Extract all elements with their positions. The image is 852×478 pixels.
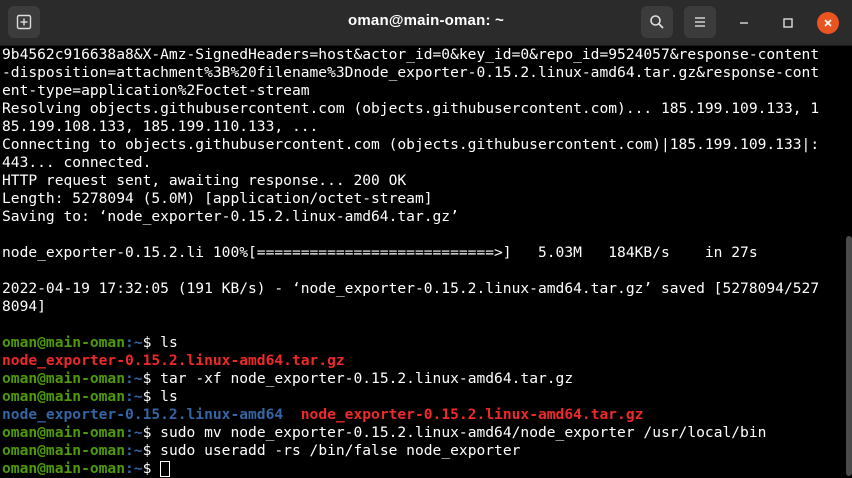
search-button[interactable] [641, 6, 673, 38]
prompt-line: oman@main-oman:~$ sudo useradd -rs /bin/… [0, 442, 840, 460]
prompt-path: :~ [125, 334, 143, 351]
terminal-line: 443... connected. [2, 154, 152, 171]
minimize-button[interactable] [733, 12, 755, 34]
terminal-scrollbar[interactable] [846, 236, 852, 476]
archive-file-entry: node_exporter-0.15.2.linux-amd64.tar.gz [300, 406, 644, 423]
prompt-user: oman@main-oman [2, 424, 126, 441]
prompt-symbol: $ [142, 334, 161, 351]
terminal-line: HTTP request sent, awaiting response... … [2, 172, 407, 189]
maximize-icon [783, 18, 793, 28]
command-text: sudo mv node_exporter-0.15.2.linux-amd64… [160, 424, 767, 441]
ls-separator [283, 406, 301, 423]
terminal-line: 9b4562c916638a8&X-Amz-SignedHeaders=host… [2, 46, 820, 63]
terminal-line: Resolving objects.githubusercontent.com … [2, 100, 820, 117]
window-title: oman@main-oman: ~ [348, 12, 504, 29]
terminal-line: ent-type=application%2Foctet-stream [2, 82, 310, 99]
prompt-user: oman@main-oman [2, 334, 126, 351]
terminal-line: -disposition=attachment%3B%20filename%3D… [2, 64, 820, 81]
prompt-user: oman@main-oman [2, 388, 126, 405]
terminal-line: 2022-04-19 17:32:05 (191 KB/s) - ‘node_e… [2, 280, 820, 297]
ls-output-line: node_exporter-0.15.2.linux-amd64 node_ex… [0, 406, 840, 424]
prompt-symbol: $ [142, 370, 161, 387]
prompt-symbol: $ [142, 424, 161, 441]
prompt-user: oman@main-oman [2, 370, 126, 387]
hamburger-menu-icon [695, 17, 705, 27]
download-progress-line: node_exporter-0.15.2.li 100%[===========… [2, 244, 758, 261]
prompt-user: oman@main-oman [2, 460, 126, 477]
prompt-symbol: $ [142, 442, 161, 459]
menu-button[interactable] [684, 6, 716, 38]
ls-output-line: node_exporter-0.15.2.linux-amd64.tar.gz [0, 352, 840, 370]
terminal-line: 85.199.108.133, 185.199.110.133, ... [2, 118, 319, 135]
prompt-path: :~ [125, 424, 143, 441]
command-text: ls [160, 334, 178, 351]
terminal-line: Length: 5278094 (5.0M) [application/octe… [2, 190, 433, 207]
terminal-line: 8094] [2, 298, 46, 315]
directory-entry: node_exporter-0.15.2.linux-amd64 [2, 406, 284, 423]
archive-file-entry: node_exporter-0.15.2.linux-amd64.tar.gz [2, 352, 345, 369]
prompt-line: oman@main-oman:~$ ls [0, 388, 840, 406]
prompt-line: oman@main-oman:~$ sudo mv node_exporter-… [0, 424, 840, 442]
maximize-button[interactable] [777, 12, 799, 34]
close-icon [824, 19, 832, 27]
command-text: tar -xf node_exporter-0.15.2.linux-amd64… [160, 370, 574, 387]
terminal-output[interactable]: 9b4562c916638a8&X-Amz-SignedHeaders=host… [0, 46, 840, 478]
prompt-path: :~ [125, 442, 143, 459]
prompt-symbol: $ [142, 460, 161, 477]
prompt-line: oman@main-oman:~$ tar -xf node_exporter-… [0, 370, 840, 388]
prompt-line: oman@main-oman:~$ ls [0, 334, 840, 352]
terminal-line: Saving to: ‘node_exporter-0.15.2.linux-a… [2, 208, 459, 225]
prompt-symbol: $ [142, 388, 161, 405]
text-cursor [160, 461, 171, 477]
prompt-path: :~ [125, 388, 143, 405]
command-text: sudo useradd -rs /bin/false node_exporte… [160, 442, 521, 459]
prompt-path: :~ [125, 460, 143, 477]
title-bar: oman@main-oman: ~ [0, 0, 852, 46]
prompt-user: oman@main-oman [2, 442, 126, 459]
command-text: ls [160, 388, 178, 405]
terminal-line: Connecting to objects.githubusercontent.… [2, 136, 820, 153]
close-button[interactable] [817, 12, 839, 34]
active-prompt-line[interactable]: oman@main-oman:~$ [0, 460, 840, 478]
prompt-path: :~ [125, 370, 143, 387]
minimize-icon [740, 22, 748, 24]
search-icon [650, 15, 664, 29]
